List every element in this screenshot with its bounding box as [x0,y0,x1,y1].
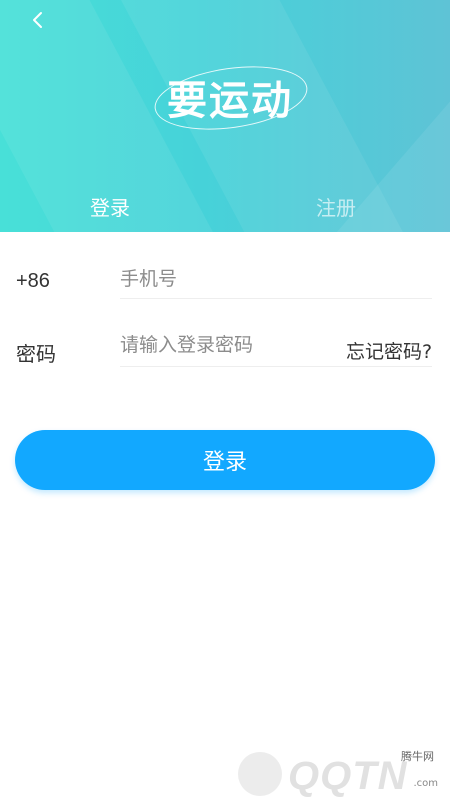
tab-login[interactable]: 登录 [90,192,130,221]
login-button[interactable]: 登录 [15,430,435,490]
app-name: 要运动 [167,78,293,124]
forgot-password-link[interactable]: 忘记密码? [346,337,432,364]
chevron-left-icon [31,11,45,33]
watermark-logo-icon [238,752,282,796]
back-button[interactable] [26,10,50,34]
password-input[interactable] [120,326,340,366]
watermark-brand: QQTN [288,754,408,798]
watermark-url: .com [413,778,438,789]
watermark: QQTN 腾牛网 .com [238,748,444,798]
country-code[interactable]: +86 [16,270,50,293]
phone-input[interactable] [120,260,432,300]
tab-register[interactable]: 注册 [316,192,356,221]
app-logo: 要运动 [150,56,312,139]
password-label: 密码 [16,344,56,366]
header-banner: 要运动 登录 注册 [0,0,450,232]
watermark-site-name: 腾牛网 [401,750,434,763]
phone-divider [120,298,432,299]
password-divider [120,366,432,367]
